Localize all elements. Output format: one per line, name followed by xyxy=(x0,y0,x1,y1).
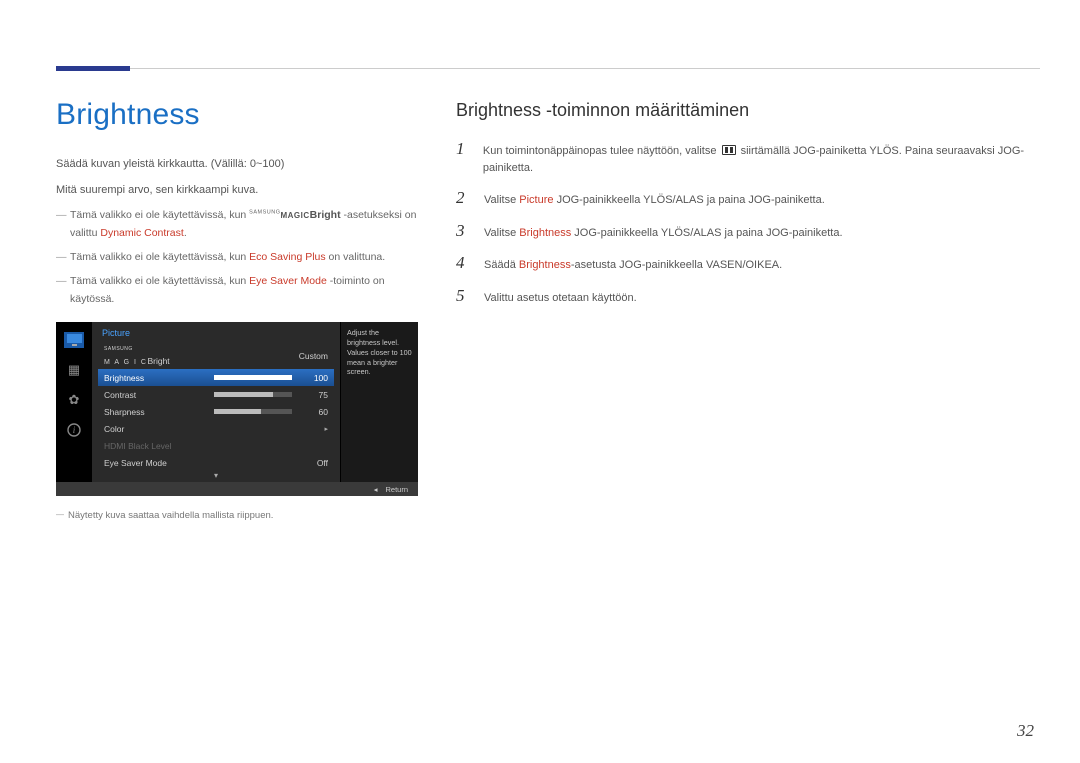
step-number: 3 xyxy=(456,221,470,241)
step-4: 4 Säädä Brightness-asetusta JOG-painikke… xyxy=(456,253,1026,274)
step-3: 3 Valitse Brightness JOG-painikkeella YL… xyxy=(456,221,1026,242)
osd-footer: ◂ Return xyxy=(56,482,418,496)
brightness-description-1: Säädä kuvan yleistä kirkkautta. (Välillä… xyxy=(56,156,426,174)
brightness-description-2: Mitä suurempi arvo, sen kirkkaampi kuva. xyxy=(56,182,426,200)
step-number: 4 xyxy=(456,253,470,273)
osd-row-magicbright: SAMSUNGM A G I CBright Custom xyxy=(98,342,334,369)
note-eye-saver: Tämä valikko ei ole käytettävissä, kun E… xyxy=(56,273,426,309)
osd-row-color: Color ▸ xyxy=(98,420,334,437)
section-heading-brightness: Brightness xyxy=(56,98,426,132)
osd-row-hdmi-black: HDMI Black Level xyxy=(98,437,334,454)
settings-icon: ✿ xyxy=(64,392,84,408)
osd-panel-title: Picture xyxy=(92,322,340,342)
step-2: 2 Valitse Picture JOG-painikkeella YLÖS/… xyxy=(456,188,1026,209)
steps-heading: Brightness -toiminnon määrittäminen xyxy=(456,100,1026,121)
picture-icon: ▦ xyxy=(64,362,84,378)
step-number: 1 xyxy=(456,139,469,159)
osd-row-contrast: Contrast 75 xyxy=(98,386,334,403)
monitor-icon xyxy=(64,332,84,348)
page-divider xyxy=(56,68,1040,69)
page-divider-accent xyxy=(56,66,130,71)
nav-left-icon: ◂ xyxy=(374,485,378,494)
step-number: 5 xyxy=(456,286,470,306)
step-number: 2 xyxy=(456,188,470,208)
osd-screenshot: ▦ ✿ i Picture SAMSUNGM A G I CBright Cus… xyxy=(56,322,418,496)
svg-text:i: i xyxy=(73,425,76,435)
jog-menu-icon xyxy=(722,145,736,155)
image-disclaimer-footnote: Näytetty kuva saattaa vaihdella mallista… xyxy=(56,510,426,521)
step-5: 5 Valittu asetus otetaan käyttöön. xyxy=(456,286,1026,307)
info-icon: i xyxy=(64,422,84,438)
osd-row-sharpness: Sharpness 60 xyxy=(98,403,334,420)
osd-sidebar: ▦ ✿ i xyxy=(56,322,92,482)
osd-row-eye-saver: Eye Saver Mode Off xyxy=(98,454,334,471)
step-1: 1 Kun toimintonäppäinopas tulee näyttöön… xyxy=(456,139,1026,176)
note-eco-saving: Tämä valikko ei ole käytettävissä, kun E… xyxy=(56,249,426,267)
page-number: 32 xyxy=(1017,721,1034,741)
osd-help-text: Adjust the brightness level. Values clos… xyxy=(340,322,418,482)
osd-row-brightness: Brightness 100 xyxy=(98,369,334,386)
return-label: Return xyxy=(385,485,408,494)
scroll-down-icon: ▾ xyxy=(92,471,340,482)
note-dynamic-contrast: Tämä valikko ei ole käytettävissä, kun S… xyxy=(56,207,426,243)
